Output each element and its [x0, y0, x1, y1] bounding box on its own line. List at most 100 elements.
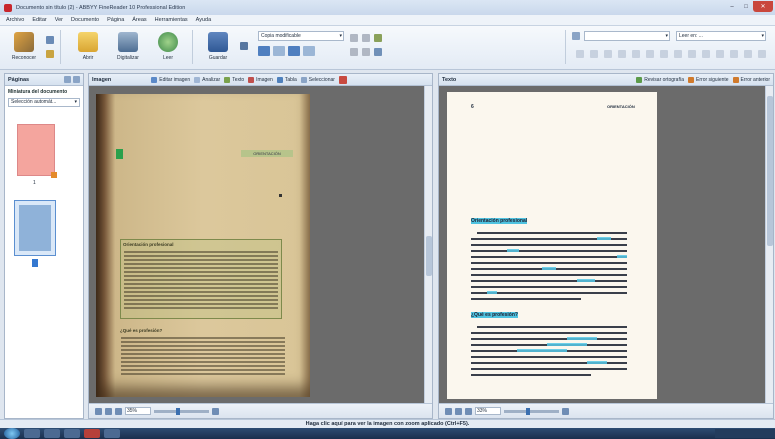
paste-icon[interactable] [374, 34, 382, 42]
image-area-button[interactable]: Imagen [248, 76, 273, 83]
uncertain-word-highlight[interactable] [487, 291, 497, 294]
thumbs-select[interactable]: Selección automát... ▾ [8, 98, 80, 107]
font-select[interactable]: ▾ [584, 31, 670, 41]
page-thumbnail-1[interactable] [17, 124, 57, 178]
zoom-in-icon[interactable] [562, 407, 569, 415]
edit-image-button[interactable]: Editar imagen [151, 76, 190, 83]
uncertain-word-highlight[interactable] [542, 267, 556, 270]
layout-select[interactable]: Copia modificable ▾ [258, 31, 344, 41]
start-button[interactable] [4, 428, 20, 439]
image-panel-close-icon[interactable] [338, 75, 347, 84]
list-view-icon[interactable] [73, 76, 80, 83]
text-vertical-scrollbar[interactable] [765, 86, 773, 403]
menu-pagina[interactable]: Página [107, 17, 124, 23]
menu-herramientas[interactable]: Herramientas [155, 17, 188, 23]
table-area-button[interactable]: Tabla [276, 76, 297, 83]
zoom-slider-handle[interactable] [176, 407, 180, 415]
subscript-icon[interactable] [632, 50, 640, 58]
view-mode-2-icon[interactable] [273, 46, 285, 56]
text-block-area-2[interactable]: ¿Qué es profesión? [118, 326, 288, 396]
text-block-area[interactable]: Orientación profesional [120, 239, 282, 319]
fit-width-icon[interactable] [455, 407, 462, 415]
leer-button[interactable]: Leer [150, 29, 186, 67]
text-zoom-field[interactable]: 33% [475, 407, 501, 415]
language-select[interactable]: Leer en: ... ▾ [676, 31, 766, 41]
zoom-in-icon[interactable] [212, 407, 219, 415]
menu-editar[interactable]: Editar [32, 17, 46, 23]
image-viewport[interactable]: ORIENTACIÓN Orientación profesional ¿Qué… [89, 86, 432, 403]
undo-icon[interactable] [350, 48, 358, 56]
taskbar-app-5[interactable] [104, 429, 120, 438]
zoom-out-icon[interactable] [465, 407, 472, 415]
image-vertical-scrollbar[interactable] [424, 86, 432, 403]
uncertain-word-highlight[interactable] [617, 255, 627, 258]
underline-icon[interactable] [604, 50, 612, 58]
page-thumbnail-2[interactable] [14, 200, 56, 256]
previous-error-button[interactable]: Error anterior [732, 76, 770, 83]
text-zoom-slider[interactable] [504, 407, 559, 415]
uncertain-word-highlight[interactable] [587, 361, 607, 364]
numbering-icon[interactable] [744, 50, 752, 58]
view-mode-1-icon[interactable] [258, 46, 270, 56]
menu-areas[interactable]: Áreas [132, 17, 146, 23]
menu-archivo[interactable]: Archivo [6, 17, 24, 23]
reconocer-button[interactable]: Reconocer [6, 29, 42, 67]
close-button[interactable]: ✕ [753, 1, 773, 12]
fit-page-icon[interactable] [445, 407, 452, 415]
uncertain-word-highlight[interactable] [567, 337, 597, 340]
bullets-icon[interactable] [730, 50, 738, 58]
text-area-button[interactable]: Texto [224, 76, 244, 83]
image-zoom-field[interactable]: 35% [125, 407, 151, 415]
text-viewport[interactable]: 6 ORIENTACIÓN Orientación profesional ¿Q… [439, 86, 773, 403]
search-icon[interactable] [572, 32, 580, 40]
guardar-button[interactable]: Guardar [200, 29, 236, 67]
italic-icon[interactable] [590, 50, 598, 58]
uncertain-word-highlight[interactable] [517, 349, 567, 352]
taskbar-abbyy-app[interactable] [84, 429, 100, 438]
menu-ayuda[interactable]: Ayuda [196, 17, 212, 23]
maximize-button[interactable]: □ [739, 1, 753, 12]
uncertain-word-highlight[interactable] [547, 343, 587, 346]
thumbnail-view-icon[interactable] [64, 76, 71, 83]
analyze-button[interactable]: Analizar [194, 76, 220, 83]
view-mode-4-icon[interactable] [303, 46, 315, 56]
outdent-icon[interactable] [716, 50, 724, 58]
text-scroll-thumb[interactable] [767, 96, 773, 246]
bold-icon[interactable] [576, 50, 584, 58]
select-button[interactable]: Seleccionar [300, 76, 335, 83]
save-options-icon[interactable] [240, 42, 248, 50]
align-left-icon[interactable] [646, 50, 654, 58]
menu-ver[interactable]: Ver [55, 17, 63, 23]
superscript-icon[interactable] [618, 50, 626, 58]
fit-page-icon[interactable] [95, 407, 102, 415]
view-mode-3-icon[interactable] [288, 46, 300, 56]
copy-icon[interactable] [362, 34, 370, 42]
uncertain-word-highlight[interactable] [597, 237, 611, 240]
spellcheck-button[interactable]: Revisar ortografía [636, 76, 684, 83]
menu-documento[interactable]: Documento [71, 17, 99, 23]
zoom-out-icon[interactable] [115, 407, 122, 415]
reconocer-settings-icon[interactable] [46, 50, 54, 58]
reconocer-options-icon[interactable] [46, 36, 54, 44]
zoom-slider-handle[interactable] [526, 407, 530, 415]
taskbar-app-2[interactable] [44, 429, 60, 438]
taskbar-app-3[interactable] [64, 429, 80, 438]
minimize-button[interactable]: – [725, 1, 739, 12]
recognized-text-page[interactable]: 6 ORIENTACIÓN Orientación profesional ¿Q… [447, 92, 657, 399]
image-scroll-thumb[interactable] [426, 236, 432, 276]
more-format-icon[interactable] [758, 50, 766, 58]
find-icon[interactable] [374, 48, 382, 56]
cut-icon[interactable] [350, 34, 358, 42]
abrir-button[interactable]: Abrir [70, 29, 106, 67]
align-right-icon[interactable] [674, 50, 682, 58]
fit-width-icon[interactable] [105, 407, 112, 415]
taskbar-app-1[interactable] [24, 429, 40, 438]
zoom-hint-bar[interactable]: Haga clic aquí para ver la imagen con zo… [0, 419, 775, 428]
uncertain-word-highlight[interactable] [577, 279, 595, 282]
justify-icon[interactable] [688, 50, 696, 58]
image-zoom-slider[interactable] [154, 407, 209, 415]
uncertain-word-highlight[interactable] [507, 249, 519, 252]
align-center-icon[interactable] [660, 50, 668, 58]
redo-icon[interactable] [362, 48, 370, 56]
indent-icon[interactable] [702, 50, 710, 58]
